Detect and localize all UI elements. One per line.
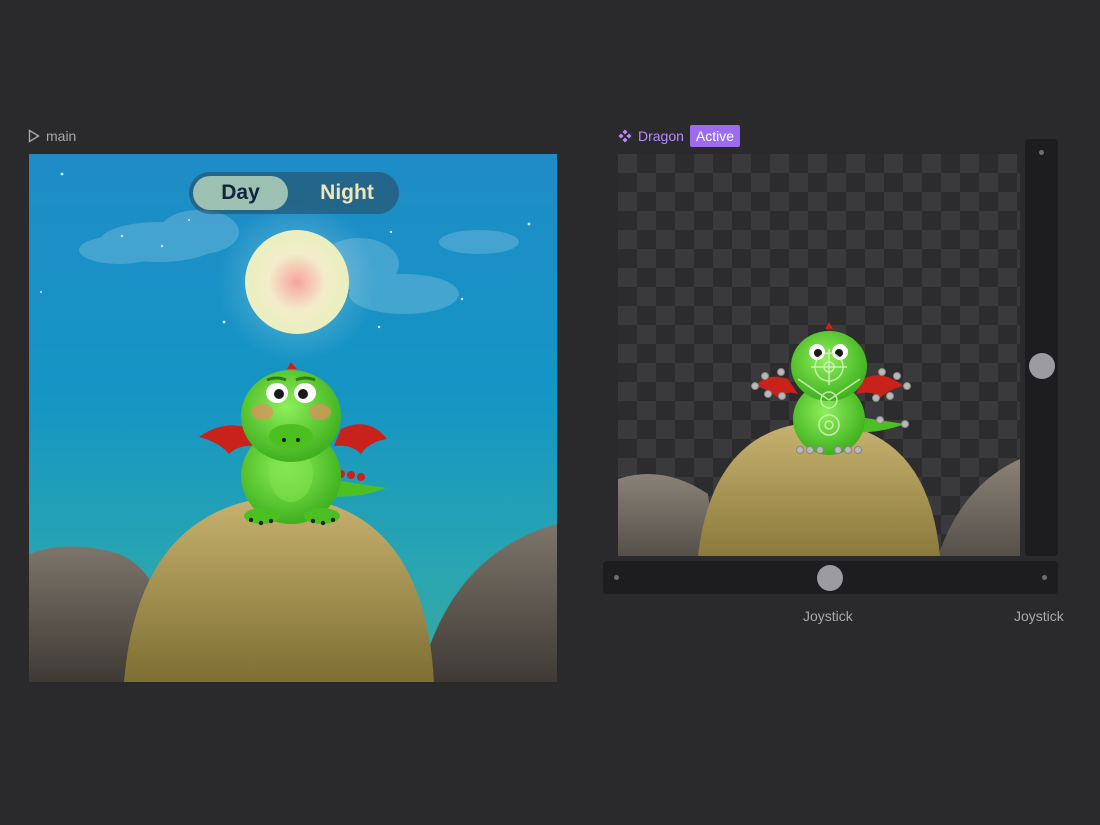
dragon-artboard[interactable] — [618, 154, 1020, 556]
horizontal-joystick[interactable] — [603, 561, 1058, 594]
vertical-joystick-handle[interactable] — [1029, 353, 1055, 379]
vertical-joystick[interactable] — [1025, 139, 1058, 556]
component-diamond-icon — [618, 129, 632, 143]
dragon-component-label[interactable]: Dragon Active — [618, 125, 741, 147]
day-button[interactable]: Day — [193, 176, 288, 210]
dragon-rig-illustration — [618, 322, 1020, 556]
scene-illustration — [29, 154, 557, 682]
main-frame-name: main — [46, 128, 77, 144]
horizontal-joystick-label: Joystick — [803, 608, 853, 624]
vertical-joystick-end-dot — [1039, 150, 1044, 155]
main-frame-label[interactable]: main — [28, 128, 76, 144]
night-button[interactable]: Night — [297, 176, 397, 210]
vertical-joystick-label: Joystick — [1014, 608, 1064, 624]
main-artboard[interactable]: Day Night — [29, 154, 557, 682]
horizontal-joystick-end-dot — [1042, 575, 1047, 580]
horizontal-joystick-start-dot — [614, 575, 619, 580]
play-triangle-icon — [28, 129, 40, 143]
component-name: Dragon — [638, 128, 684, 144]
horizontal-joystick-handle[interactable] — [817, 565, 843, 591]
active-status-badge: Active — [689, 125, 741, 147]
day-night-toggle[interactable]: Day Night — [189, 172, 399, 214]
